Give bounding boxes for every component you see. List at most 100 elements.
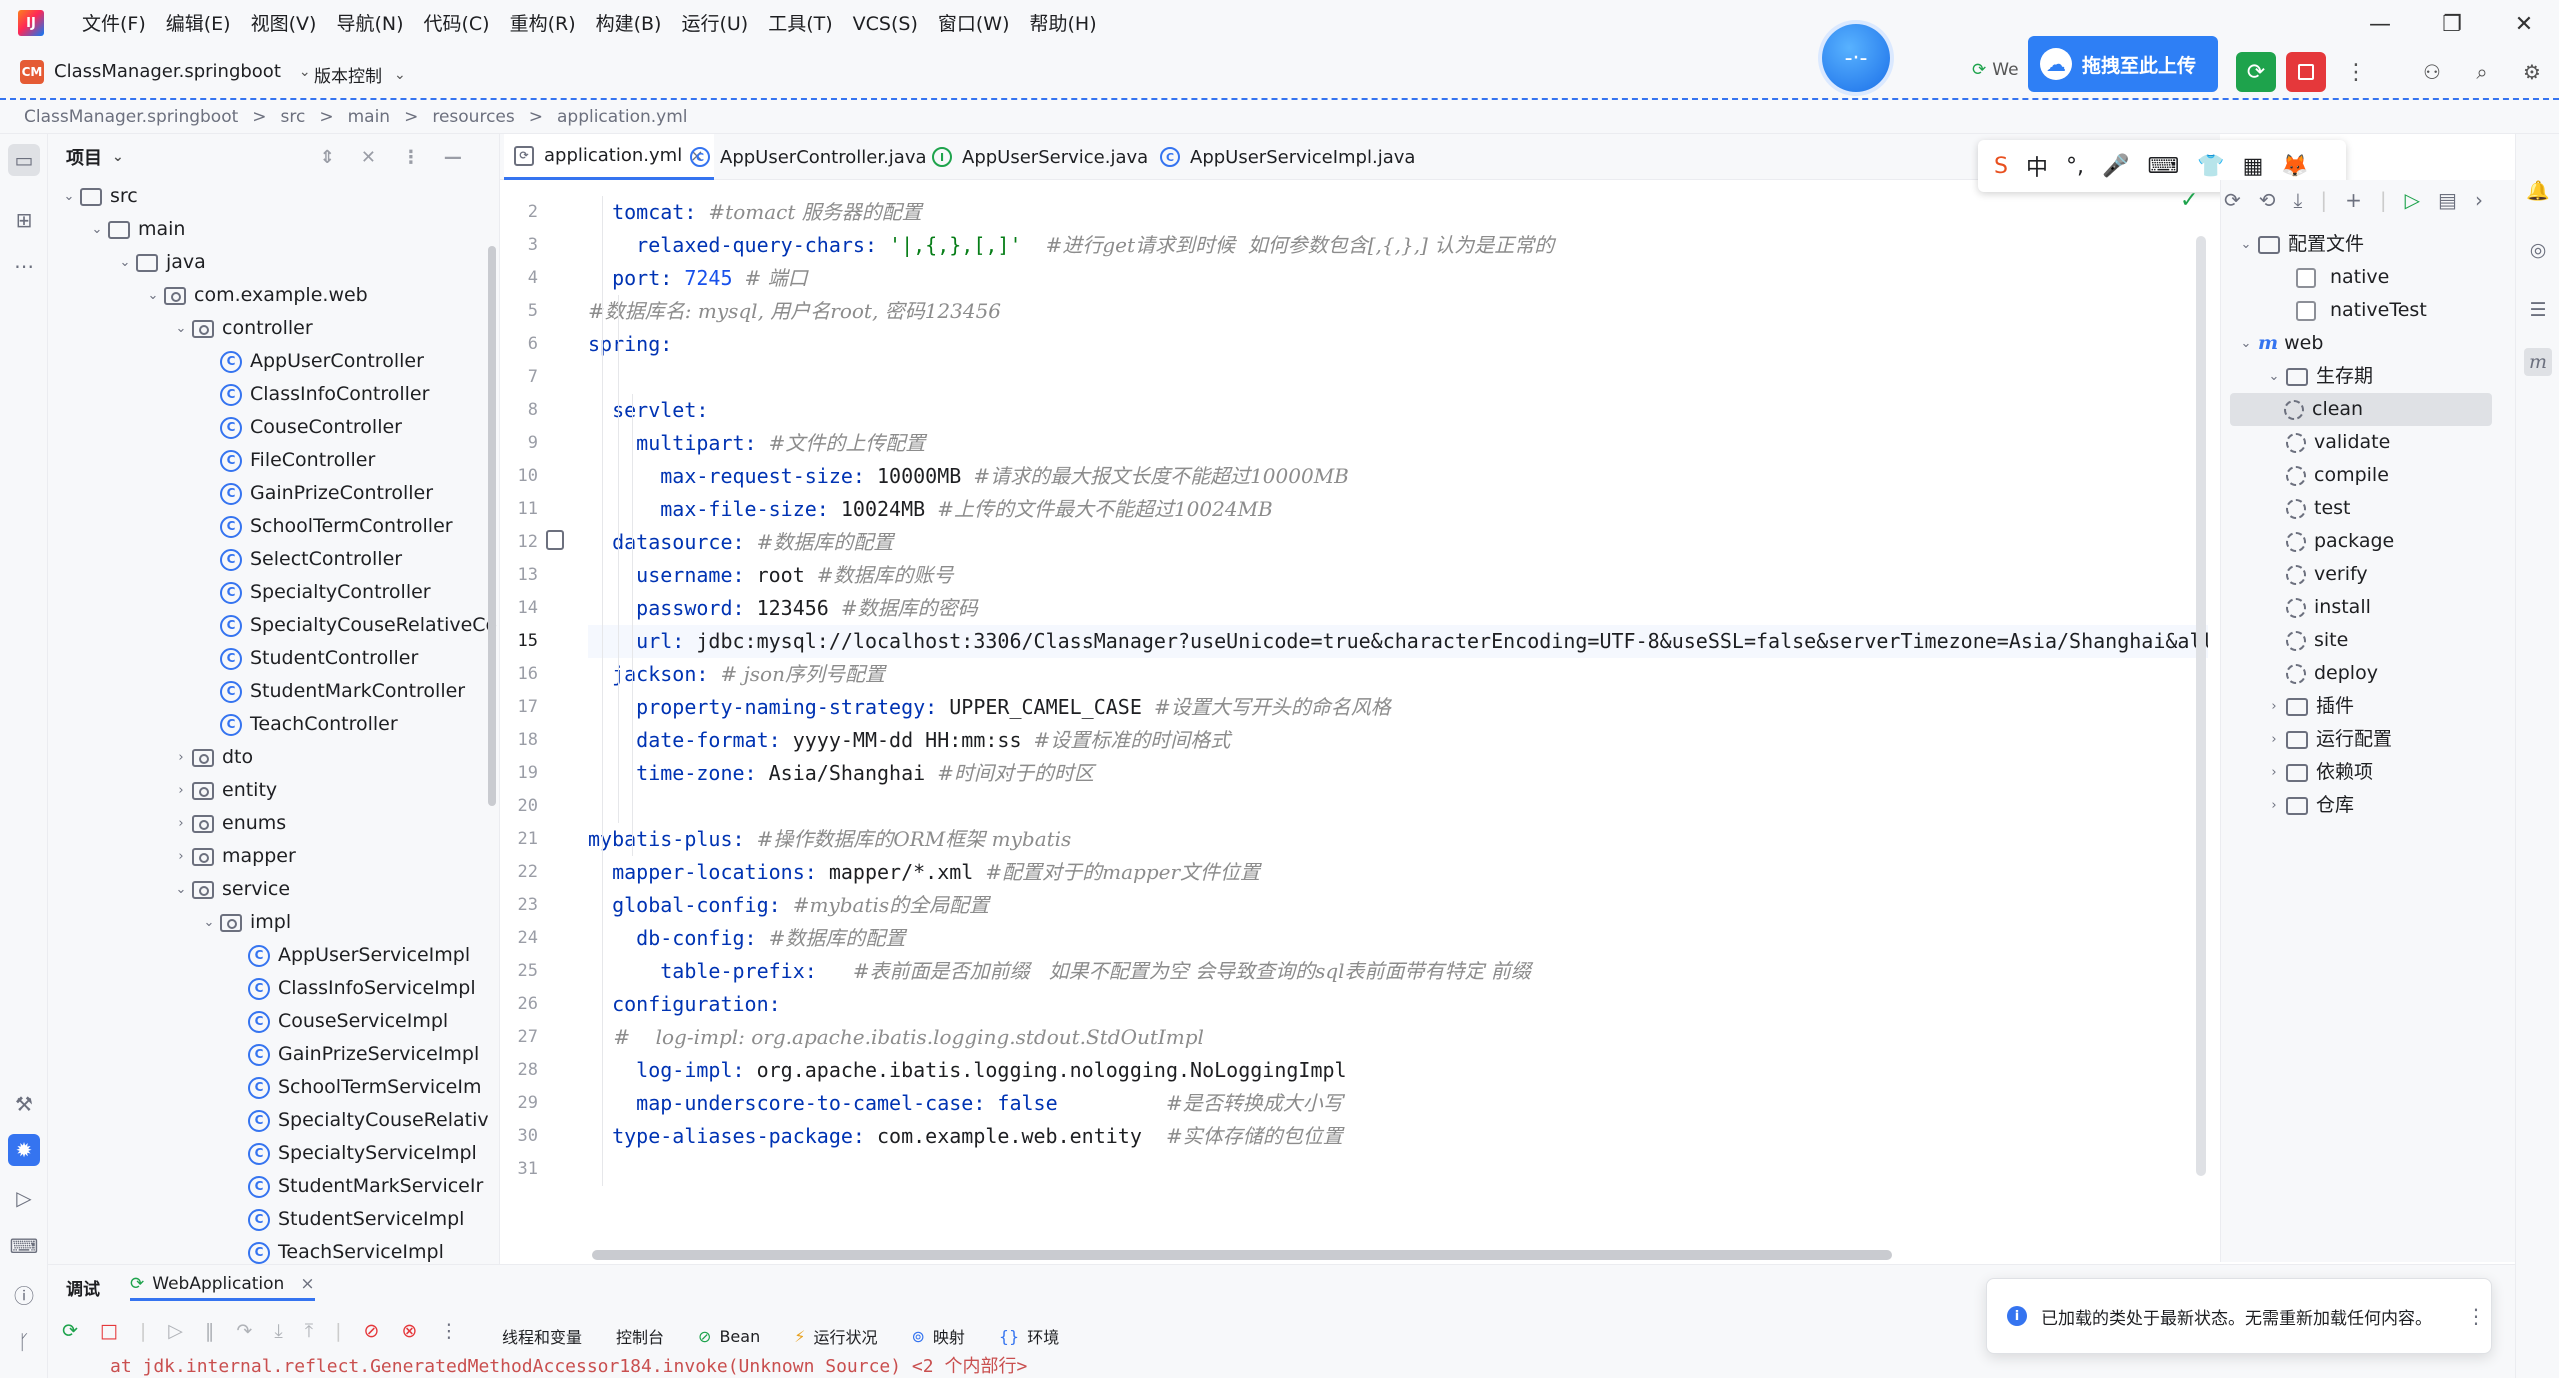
tree-class-item[interactable]: C SpecialtyCouseRelativ [248, 1104, 489, 1137]
download-icon[interactable]: ⤓ [2294, 188, 2303, 212]
notifications-bell-icon[interactable]: 🔔 [2524, 176, 2552, 204]
chevron-right-icon[interactable]: › [2262, 756, 2286, 789]
tree-class-item[interactable]: C StudentMarkController [220, 675, 465, 708]
run-maven-icon[interactable]: ▷ [2405, 188, 2420, 212]
expand-all-icon[interactable]: ⇕ [320, 147, 335, 168]
debug-subtab[interactable]: ⊚ 映射 [911, 1324, 964, 1348]
chevron-down-icon[interactable]: ⌄ [142, 279, 164, 312]
tree-class-item[interactable]: C FileController [220, 444, 375, 477]
database-icon[interactable]: ☰ [2524, 296, 2552, 324]
project-folder-icon[interactable]: ▭ [8, 144, 40, 176]
reimport-folder-icon[interactable]: ⟲ [2259, 188, 2276, 212]
maven-tree-item[interactable]: › 运行配置 [2262, 723, 2392, 756]
structure-icon[interactable]: ⊞ [8, 204, 40, 236]
inspection-ok-icon[interactable]: ✓ [2180, 188, 2198, 213]
maven-tree-item[interactable]: verify [2286, 558, 2368, 591]
ime-item-icon[interactable]: 中 [2026, 150, 2048, 182]
maven-tree-item[interactable]: package [2286, 525, 2394, 558]
maven-tree-item[interactable]: test [2286, 492, 2351, 525]
chevron-down-icon[interactable]: ⌄ [198, 906, 220, 939]
more-debug-icon[interactable]: ⋮ [439, 1320, 458, 1342]
tree-class-item[interactable]: C SpecialtyServiceImpl [248, 1137, 477, 1170]
menu-item[interactable]: 构建(B) [586, 0, 672, 48]
tree-class-item[interactable]: C AppUserServiceImpl [248, 939, 470, 972]
problems-icon[interactable]: ⓘ [8, 1278, 40, 1310]
editor-tab[interactable]: C AppUserController.java [680, 134, 937, 180]
tree-class-item[interactable]: C SchoolTermServiceIm [248, 1071, 481, 1104]
maven-tree-item[interactable]: ⌄ m web [2234, 327, 2324, 360]
tree-folder-item[interactable]: › dto [170, 741, 253, 774]
mute-breakpoints-icon[interactable]: ⊗ [401, 1320, 417, 1342]
debug-subtab[interactable]: ⊘ Bean [698, 1327, 760, 1346]
tree-folder-item[interactable]: ⌄ main [86, 213, 186, 246]
ai-assistant-icon[interactable]: ◎ [2524, 236, 2552, 264]
chevron-right-icon[interactable]: › [170, 840, 192, 873]
chevron-right-icon[interactable]: › [170, 807, 192, 840]
stop-debug-icon[interactable]: □ [100, 1320, 118, 1342]
ime-item-icon[interactable]: ▦ [2243, 154, 2264, 179]
maven-icon[interactable]: m [2524, 348, 2552, 376]
menu-item[interactable]: 帮助(H) [1020, 0, 1107, 48]
chevron-down-icon[interactable]: ⌄ [112, 149, 124, 165]
git-icon[interactable]: ᚴ [8, 1326, 40, 1358]
editor-tab[interactable]: I AppUserService.java [922, 134, 1158, 180]
tree-class-item[interactable]: C GainPrizeController [220, 477, 433, 510]
menu-item[interactable]: 工具(T) [758, 0, 842, 48]
close-tab-icon[interactable]: × [300, 1274, 314, 1294]
floating-assistant-ball[interactable]: -·- [1822, 24, 1890, 92]
code-editor[interactable]: tomcat: #tomact 服务器的配置 relaxed-query-cha… [588, 180, 2208, 1262]
more-tools-icon[interactable]: ⋯ [8, 250, 40, 282]
chevron-down-icon[interactable]: ⌄ [170, 312, 192, 345]
debug-bug-icon[interactable]: ✹ [8, 1134, 40, 1166]
breadcrumb-item[interactable]: application.yml [557, 107, 688, 127]
tree-folder-item[interactable]: ⌄ com.example.web [142, 279, 368, 312]
tree-folder-item[interactable]: ⌄ src [58, 180, 138, 213]
chevron-right-icon[interactable]: › [170, 741, 192, 774]
add-icon[interactable]: + [2345, 188, 2362, 212]
menu-item[interactable]: 文件(F) [72, 0, 156, 48]
ime-item-icon[interactable]: 🦊 [2281, 154, 2308, 179]
tree-class-item[interactable]: C StudentController [220, 642, 418, 675]
breadcrumb-item[interactable]: resources [432, 107, 514, 127]
debug-subtab[interactable]: ⚡ 运行状况 [794, 1324, 877, 1348]
reload-icon[interactable]: ⟳ [2224, 188, 2241, 212]
run-config-selector[interactable]: ⟳ We [1972, 60, 2019, 80]
ime-item-icon[interactable]: S [1994, 154, 2008, 179]
menu-item[interactable]: 窗口(W) [928, 0, 1020, 48]
tree-class-item[interactable]: C ClassInfoServiceImpl [248, 972, 476, 1005]
breadcrumb-item[interactable]: ClassManager.springboot [24, 107, 238, 127]
tree-class-item[interactable]: C CouseServiceImpl [248, 1005, 448, 1038]
maven-tree-item[interactable]: › 依赖项 [2262, 756, 2373, 789]
step-into-icon[interactable]: ⤓ [274, 1320, 282, 1342]
breadcrumb-item[interactable]: main [348, 107, 390, 127]
menu-item[interactable]: 编辑(E) [156, 0, 241, 48]
chevron-down-icon[interactable]: ⌄ [86, 213, 108, 246]
debug-subtab[interactable]: 控制台 [616, 1324, 664, 1348]
tab-webapplication[interactable]: ⟳ WebApplication × [130, 1274, 315, 1301]
tree-class-item[interactable]: C SchoolTermController [220, 510, 453, 543]
step-out-icon[interactable]: ⤒ [305, 1320, 313, 1342]
ime-item-icon[interactable]: ⌨ [2147, 154, 2179, 179]
menu-item[interactable]: 视图(V) [241, 0, 327, 48]
chevron-down-icon[interactable]: ⌄ [114, 246, 136, 279]
maven-tree-item[interactable]: › 插件 [2262, 690, 2354, 723]
maven-tree-item[interactable]: deploy [2286, 657, 2378, 690]
collapse-all-icon[interactable]: ✕ [361, 147, 376, 168]
baidu-upload-button[interactable]: ☁ 拖拽至此上传 [2028, 36, 2218, 92]
maximize-icon[interactable]: ❐ [2416, 0, 2488, 48]
options-icon[interactable]: ⋮ [402, 147, 420, 168]
project-selector[interactable]: ClassManager.springboot ⌄ [54, 61, 311, 82]
tree-folder-item[interactable]: › enums [170, 807, 286, 840]
tree-class-item[interactable]: C AppUserController [220, 345, 424, 378]
chevron-down-icon[interactable]: ⌄ [2262, 360, 2286, 393]
close-window-icon[interactable]: ✕ [2488, 0, 2559, 48]
tree-folder-item[interactable]: ⌄ java [114, 246, 206, 279]
breadcrumb-item[interactable]: src [281, 107, 306, 127]
maven-tree-item[interactable]: native [2296, 261, 2389, 294]
chevron-down-icon[interactable]: ⌄ [2234, 327, 2258, 360]
build-hammer-icon[interactable]: ⚒ [8, 1088, 40, 1120]
more-options-icon[interactable]: ⋮ [2466, 1304, 2486, 1328]
menu-item[interactable]: 导航(N) [326, 0, 413, 48]
rerun-debug-icon[interactable]: ⟳ [62, 1320, 78, 1342]
chevron-down-icon[interactable]: ⌄ [58, 180, 80, 213]
